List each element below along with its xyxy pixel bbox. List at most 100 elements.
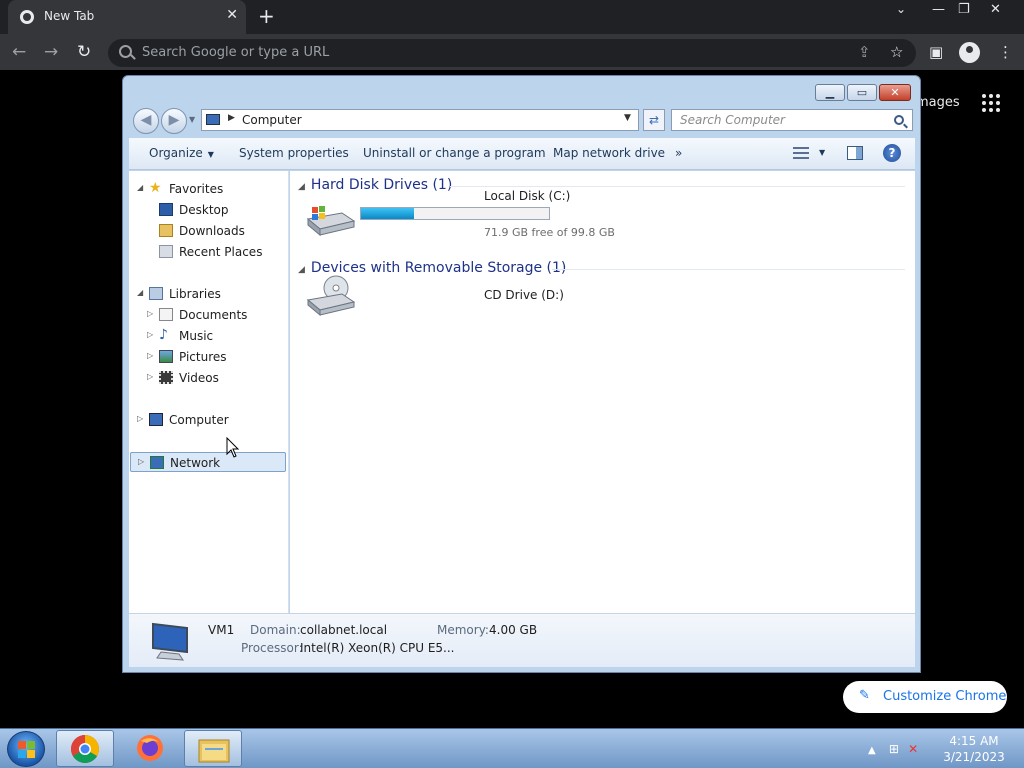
nav-videos-label: Videos — [179, 371, 219, 385]
back-button[interactable]: ◀ — [133, 108, 159, 134]
uninstall-program-button[interactable]: Uninstall or change a program — [363, 146, 546, 160]
system-properties-button[interactable]: System properties — [239, 146, 349, 160]
recent-places-icon — [159, 245, 173, 258]
hard-drive-icon — [306, 206, 356, 237]
images-link[interactable]: mages — [916, 95, 960, 110]
taskbar-firefox-button[interactable] — [122, 730, 180, 767]
group-header-hard-disk[interactable]: ◢ Hard Disk Drives (1) — [298, 177, 452, 193]
collapsed-triangle-icon[interactable]: ▷ — [147, 351, 153, 360]
preview-pane-icon[interactable] — [847, 146, 863, 160]
change-view-icon[interactable] — [793, 146, 809, 160]
bookmark-star-icon[interactable]: ☆ — [890, 43, 903, 61]
nav-documents[interactable]: ▷ Documents — [129, 305, 287, 325]
local-disk-free-space: 71.9 GB free of 99.8 GB — [484, 226, 615, 239]
omnibox[interactable]: Search Google or type a URL — [108, 39, 916, 67]
nav-videos[interactable]: ▷ Videos — [129, 368, 287, 388]
network-tray-icon[interactable]: ⊞ — [889, 742, 899, 756]
network-icon — [150, 456, 164, 469]
nav-libraries[interactable]: ◢ Libraries — [129, 284, 287, 304]
browser-tab-strip: New Tab ✕ + ⌄ — ❐ ✕ — [0, 0, 1024, 34]
speaker-muted-icon[interactable]: ✕ — [908, 742, 918, 756]
restore-icon[interactable]: ❐ — [958, 2, 970, 17]
videos-icon — [159, 371, 173, 384]
profile-avatar-icon[interactable] — [959, 42, 980, 63]
forward-arrow-icon[interactable]: → — [44, 42, 58, 62]
close-window-icon[interactable]: ✕ — [990, 2, 1001, 17]
search-placeholder: Search Computer — [680, 113, 785, 127]
forward-button[interactable]: ▶ — [161, 108, 187, 134]
windows-logo-icon — [27, 750, 35, 758]
more-commands-button[interactable]: » — [675, 146, 682, 160]
chrome-menu-icon[interactable]: ⋮ — [998, 43, 1013, 61]
refresh-button[interactable]: ⇄ — [643, 109, 665, 131]
view-options-dropdown-icon[interactable]: ▼ — [819, 148, 825, 157]
explorer-close-button[interactable]: ✕ — [879, 84, 911, 101]
taskbar-chrome-button[interactable] — [56, 730, 114, 767]
local-disk-label: Local Disk (C:) — [484, 189, 571, 203]
music-note-icon: ♪ — [159, 327, 168, 343]
minimize-icon[interactable]: — — [932, 2, 945, 17]
documents-icon — [159, 308, 173, 321]
side-panel-icon[interactable]: ▣ — [929, 43, 943, 61]
address-dropdown-icon[interactable]: ▼ — [624, 113, 631, 123]
system-clock[interactable]: 4:15 AM 3/21/2023 — [940, 733, 1008, 765]
explorer-minimize-button[interactable]: ▁ — [815, 84, 845, 101]
pictures-icon — [159, 350, 173, 363]
taskbar-explorer-button[interactable] — [184, 730, 242, 767]
expanded-triangle-icon[interactable]: ◢ — [137, 288, 143, 297]
clock-time: 4:15 AM — [949, 734, 999, 748]
expanded-triangle-icon[interactable]: ◢ — [137, 183, 143, 192]
explorer-window: ▁ ▭ ✕ ◀ ▶ ▼ ▶ Computer ▼ ⇄ Search Comput… — [122, 75, 921, 673]
nav-computer[interactable]: ▷ Computer — [129, 410, 287, 430]
group-divider — [450, 186, 905, 187]
hard-disk-header-label: Hard Disk Drives (1) — [310, 177, 453, 193]
breadcrumb-separator-icon[interactable]: ▶ — [228, 113, 235, 123]
browser-toolbar: ← → ↻ Search Google or type a URL ⇪ ☆ ▣ … — [0, 34, 1024, 70]
new-tab-button[interactable]: + — [258, 4, 275, 28]
search-input[interactable]: Search Computer — [671, 109, 913, 131]
processor-label: Processor: — [241, 641, 303, 655]
nav-desktop[interactable]: Desktop — [129, 200, 287, 220]
apps-grid-icon[interactable] — [982, 94, 1000, 112]
explorer-maximize-button[interactable]: ▭ — [847, 84, 877, 101]
back-arrow-icon[interactable]: ← — [12, 42, 26, 62]
computer-monitor-icon — [152, 622, 188, 661]
windows-logo-icon — [18, 750, 26, 758]
pencil-icon: ✎ — [859, 688, 870, 703]
chrome-logo-icon — [71, 735, 99, 763]
browser-tab[interactable]: New Tab ✕ — [8, 0, 246, 34]
maximize-icon: ▭ — [856, 86, 868, 99]
collapsed-triangle-icon[interactable]: ▷ — [138, 457, 144, 466]
collapsed-triangle-icon[interactable]: ▷ — [147, 330, 153, 339]
tab-close-icon[interactable]: ✕ — [226, 7, 238, 23]
computer-icon — [206, 114, 220, 125]
close-icon: ✕ — [890, 86, 900, 99]
show-hidden-icons-icon[interactable]: ▲ — [868, 745, 876, 756]
nav-music[interactable]: ▷ ♪ Music — [129, 326, 287, 346]
recent-pages-dropdown-icon[interactable]: ▼ — [189, 115, 195, 124]
map-network-drive-button[interactable]: Map network drive — [553, 146, 665, 160]
tab-search-chevron-icon[interactable]: ⌄ — [896, 2, 906, 16]
help-icon[interactable]: ? — [883, 144, 901, 162]
collapsed-triangle-icon[interactable]: ▷ — [137, 414, 143, 423]
share-icon[interactable]: ⇪ — [858, 43, 871, 61]
processor-value: Intel(R) Xeon(R) CPU E5... — [300, 641, 455, 655]
expanded-triangle-icon[interactable]: ◢ — [298, 182, 305, 192]
disk-usage-fill — [361, 208, 414, 219]
collapsed-triangle-icon[interactable]: ▷ — [147, 372, 153, 381]
nav-recent-places[interactable]: Recent Places — [129, 242, 287, 262]
nav-network[interactable]: ▷ Network — [130, 452, 286, 472]
reload-icon[interactable]: ↻ — [77, 42, 91, 62]
mouse-cursor-icon — [226, 437, 240, 458]
downloads-folder-icon — [159, 224, 173, 237]
address-bar[interactable]: ▶ Computer ▼ — [201, 109, 639, 131]
search-icon[interactable] — [894, 115, 904, 125]
nav-favorites[interactable]: ◢ ★ Favorites — [129, 179, 287, 199]
start-button[interactable] — [7, 731, 45, 767]
collapsed-triangle-icon[interactable]: ▷ — [147, 309, 153, 318]
computer-name: VM1 — [208, 623, 235, 637]
organize-button[interactable]: Organize ▼ — [149, 146, 214, 160]
customize-chrome-button[interactable]: ✎ Customize Chrome — [843, 681, 1007, 713]
nav-pictures[interactable]: ▷ Pictures — [129, 347, 287, 367]
nav-downloads[interactable]: Downloads — [129, 221, 287, 241]
